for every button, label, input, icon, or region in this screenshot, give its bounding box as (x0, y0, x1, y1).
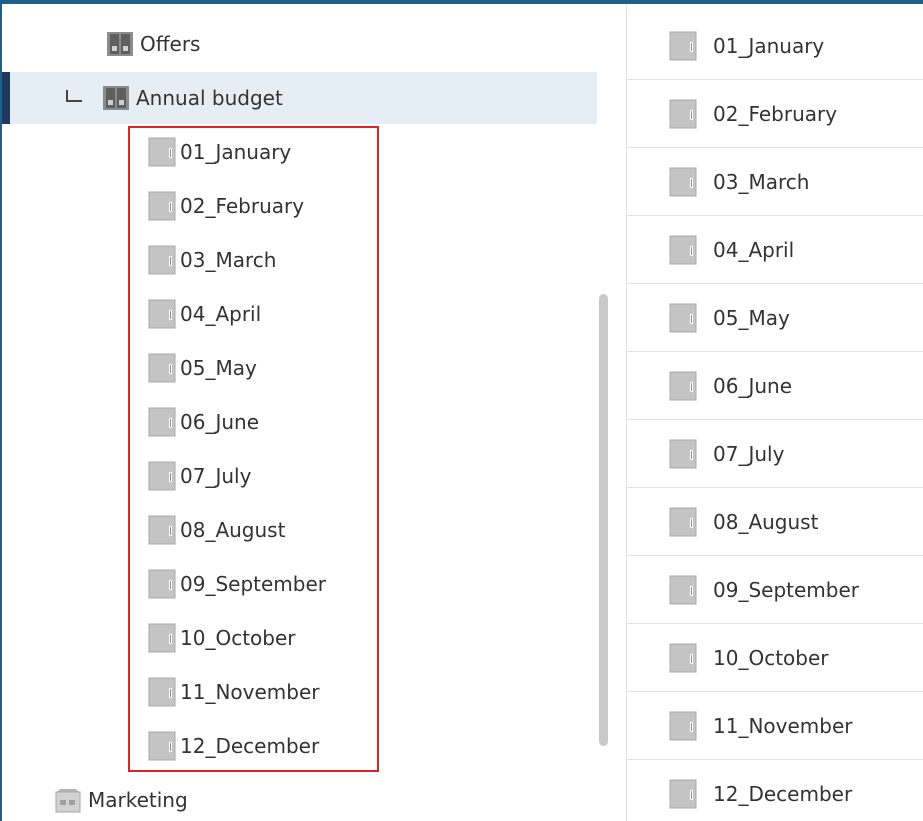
app-window: Offers Annual budget 01_January 02_Febru… (0, 0, 923, 821)
list-item-label: 11_November (713, 713, 853, 738)
tree-item-offers[interactable]: Offers (106, 18, 200, 70)
list-item[interactable]: 03_March (627, 148, 923, 216)
tree-item-document[interactable]: 05_May (148, 342, 257, 394)
tree-item-document[interactable]: 07_July (148, 450, 251, 502)
list-item-label: 07_July (713, 441, 785, 466)
list-item-label: 04_April (713, 237, 795, 262)
document-icon (669, 439, 697, 469)
document-icon (669, 643, 697, 673)
document-icon (148, 461, 176, 491)
tree-item-document[interactable]: 01_January (148, 126, 291, 178)
document-icon (148, 245, 176, 275)
document-icon (669, 575, 697, 605)
list-item-label: 05_May (713, 305, 790, 330)
document-icon (669, 303, 697, 333)
document-icon (669, 779, 697, 809)
list-item[interactable]: 09_September (627, 556, 923, 624)
list-item-label: 08_August (713, 509, 819, 534)
document-icon (148, 569, 176, 599)
tree-scrollbar[interactable] (599, 294, 608, 746)
tree-item-document[interactable]: 03_March (148, 234, 276, 286)
tree-item-label: 11_November (180, 680, 320, 704)
document-icon (669, 99, 697, 129)
document-icon (148, 137, 176, 167)
tree-item-document[interactable]: 12_December (148, 720, 319, 772)
tree-item-document[interactable]: 10_October (148, 612, 296, 664)
document-icon (148, 731, 176, 761)
binder-folder-icon (106, 30, 134, 58)
binder-folder-icon (102, 84, 130, 112)
list-item-label: 03_March (713, 169, 810, 194)
tree-item-document[interactable]: 09_September (148, 558, 326, 610)
list-item-label: 12_December (713, 782, 853, 806)
document-icon (148, 407, 176, 437)
tree-item-document[interactable]: 04_April (148, 288, 261, 340)
tree-item-label: 10_October (180, 626, 296, 650)
tree-item-annual-budget[interactable]: Annual budget (2, 72, 597, 124)
list-item-label: 06_June (713, 373, 793, 398)
tree-item-label: 06_June (180, 410, 260, 434)
list-item[interactable]: 12_December (627, 760, 923, 821)
tree-item-label: Marketing (88, 788, 188, 812)
tree-item-label: 08_August (180, 518, 286, 542)
tree-item-label: Annual budget (136, 86, 283, 110)
document-icon (669, 235, 697, 265)
document-icon (669, 711, 697, 741)
tree-item-label: 02_February (180, 194, 305, 218)
tree-item-document[interactable]: 11_November (148, 666, 320, 718)
document-icon (148, 191, 176, 221)
tree-item-document[interactable]: 06_June (148, 396, 259, 448)
list-item[interactable]: 08_August (627, 488, 923, 556)
list-item[interactable]: 05_May (627, 284, 923, 352)
list-item[interactable]: 11_November (627, 692, 923, 760)
document-icon (669, 371, 697, 401)
list-item-label: 02_February (713, 101, 838, 126)
list-item[interactable]: 04_April (627, 216, 923, 284)
tree-item-label: 03_March (180, 248, 277, 272)
tree-item-label: 07_July (180, 464, 252, 488)
list-item-label: 10_October (713, 645, 829, 670)
document-icon (148, 299, 176, 329)
folder-tree: Offers Annual budget 01_January 02_Febru… (2, 4, 614, 821)
tree-item-document[interactable]: 02_February (148, 180, 304, 232)
list-item[interactable]: 07_July (627, 420, 923, 488)
document-list: 01_January 02_February 03_March 04_April… (627, 4, 923, 821)
list-item[interactable]: 10_October (627, 624, 923, 692)
list-item[interactable]: 02_February (627, 80, 923, 148)
collapse-toggle-icon[interactable] (66, 90, 82, 102)
tree-item-label: 05_May (180, 356, 257, 380)
list-item-label: 09_September (713, 577, 859, 602)
tree-item-document[interactable]: 08_August (148, 504, 285, 556)
tree-item-label: 12_December (180, 734, 320, 758)
document-icon (148, 353, 176, 383)
document-icon (669, 507, 697, 537)
list-item-label: 01_January (713, 33, 825, 58)
list-item[interactable]: 06_June (627, 352, 923, 420)
tree-item-label: 09_September (180, 572, 326, 596)
tree-item-label: Offers (140, 32, 201, 56)
selection-indicator (2, 72, 10, 124)
document-icon (148, 677, 176, 707)
tree-item-label: 01_January (180, 140, 292, 164)
cabinet-icon (54, 786, 82, 814)
document-icon (148, 515, 176, 545)
tree-item-marketing[interactable]: Marketing (54, 774, 188, 821)
document-icon (669, 31, 697, 61)
document-icon (669, 167, 697, 197)
document-icon (148, 623, 176, 653)
tree-item-label: 04_April (180, 302, 262, 326)
list-item[interactable]: 01_January (627, 12, 923, 80)
